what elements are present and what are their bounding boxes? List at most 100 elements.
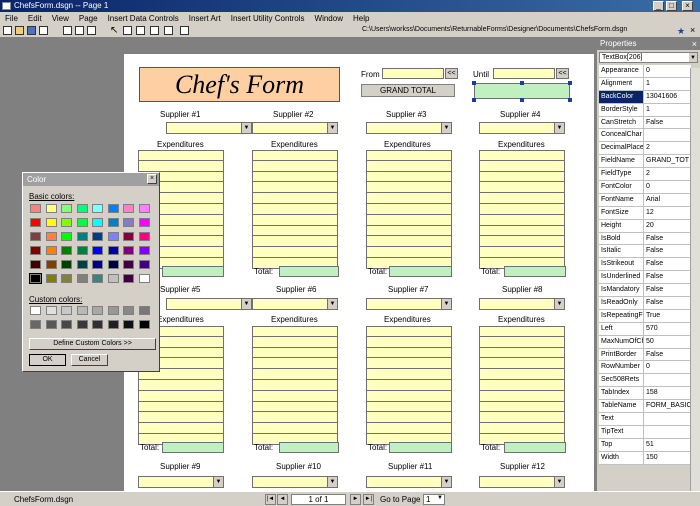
basic-color-swatch[interactable] (138, 246, 150, 255)
chevron-down-icon[interactable]: ▼ (241, 123, 251, 133)
expenditure-field[interactable] (252, 358, 338, 370)
property-row[interactable]: FontName Arial (599, 193, 691, 207)
basic-color-swatch[interactable] (30, 232, 41, 241)
textbox-tool-icon[interactable] (123, 26, 132, 35)
custom-color-swatch[interactable] (76, 320, 88, 329)
expenditure-field[interactable] (479, 412, 565, 424)
basic-color-swatch[interactable] (76, 232, 88, 241)
expenditure-field[interactable] (479, 358, 565, 370)
expenditure-field[interactable] (366, 326, 452, 337)
expenditure-field[interactable] (252, 423, 338, 434)
property-row[interactable]: ConcealChar (599, 129, 691, 143)
expenditure-field[interactable] (479, 423, 565, 434)
property-value[interactable]: Arial (644, 194, 691, 206)
chevron-down-icon[interactable]: ▼ (441, 299, 451, 309)
menu-help[interactable]: Help (348, 14, 374, 23)
basic-color-swatch[interactable] (30, 204, 41, 213)
expenditure-field[interactable] (479, 225, 565, 237)
basic-color-swatch[interactable] (61, 232, 72, 241)
chevron-down-icon[interactable]: ▼ (441, 477, 451, 487)
total-field-5[interactable] (162, 442, 224, 453)
basic-color-swatch[interactable] (107, 232, 119, 241)
basic-color-swatch[interactable] (107, 260, 119, 269)
selection-handle[interactable] (568, 81, 572, 85)
expenditure-field[interactable] (479, 182, 565, 194)
property-value[interactable]: 1 (644, 78, 691, 90)
selection-handle[interactable] (568, 98, 572, 102)
basic-color-swatch[interactable] (107, 218, 119, 227)
menu-view[interactable]: View (47, 14, 74, 23)
expenditure-field[interactable] (138, 401, 224, 413)
chevron-down-icon[interactable]: ▼ (554, 123, 564, 133)
expenditure-field[interactable] (479, 150, 565, 161)
custom-color-swatch[interactable] (107, 320, 119, 329)
basic-color-swatch[interactable] (138, 204, 150, 213)
supplier-10-dropdown[interactable]: ▼ (252, 476, 338, 488)
custom-color-swatch[interactable] (107, 306, 119, 315)
property-value[interactable]: 20 (644, 220, 691, 232)
expenditure-field[interactable] (138, 412, 224, 424)
open-folder-icon[interactable] (15, 26, 24, 35)
expenditure-field[interactable] (366, 358, 452, 370)
property-value[interactable]: 0 (644, 361, 691, 373)
property-row[interactable]: Sec508Rets (599, 374, 691, 388)
chevron-down-icon[interactable]: ▼ (441, 123, 451, 133)
expenditure-field[interactable] (252, 150, 338, 161)
next-page-button[interactable]: ► (350, 494, 361, 505)
expenditure-field[interactable] (479, 236, 565, 248)
maximize-button[interactable]: □ (666, 1, 677, 11)
close-button[interactable]: × (682, 1, 693, 11)
expenditure-field[interactable] (252, 171, 338, 183)
pointer-icon[interactable]: ↖ (110, 26, 119, 36)
total-field-4[interactable] (504, 266, 566, 277)
basic-color-swatch[interactable] (92, 204, 103, 213)
basic-color-swatch[interactable] (138, 232, 150, 241)
supplier-4-dropdown[interactable]: ▼ (479, 122, 565, 134)
property-row[interactable]: TipText (599, 425, 691, 439)
form-title[interactable]: Chef's Form (139, 67, 340, 102)
basic-color-swatch[interactable] (107, 274, 119, 283)
property-row[interactable]: Left 570 (599, 322, 691, 336)
custom-color-swatch[interactable] (92, 306, 103, 315)
property-value[interactable]: False (644, 233, 691, 245)
expenditure-field[interactable] (366, 236, 452, 248)
property-row[interactable]: BackColor 13041606 (599, 90, 691, 104)
menu-window[interactable]: Window (310, 14, 348, 23)
grand-total-button[interactable]: GRAND TOTAL (361, 84, 455, 97)
expenditure-field[interactable] (252, 401, 338, 413)
property-value[interactable]: GRAND_TOT (644, 155, 691, 167)
basic-color-swatch[interactable] (45, 218, 57, 227)
menu-edit[interactable]: Edit (23, 14, 47, 23)
property-row[interactable]: Text (599, 413, 691, 426)
expenditure-field[interactable] (366, 203, 452, 215)
expenditure-field[interactable] (366, 225, 452, 237)
expenditure-field[interactable] (252, 390, 338, 402)
grand-total-field[interactable] (474, 83, 570, 99)
custom-color-swatch[interactable] (45, 320, 57, 329)
basic-color-swatch[interactable] (92, 274, 103, 283)
property-value[interactable]: 2 (644, 168, 691, 180)
expenditure-field[interactable] (252, 369, 338, 380)
expenditure-field[interactable] (252, 326, 338, 337)
basic-color-swatch[interactable] (107, 246, 119, 255)
basic-color-swatch[interactable] (76, 204, 88, 213)
property-value[interactable]: False (644, 349, 691, 361)
chevron-down-icon[interactable]: ▼ (437, 495, 443, 501)
expenditure-field[interactable] (479, 193, 565, 204)
property-row[interactable]: CanStretch False (599, 116, 691, 130)
expenditure-field[interactable] (479, 347, 565, 359)
until-date-field[interactable] (493, 68, 555, 79)
property-row[interactable]: RowNumber 0 (599, 361, 691, 375)
menu-insert-art[interactable]: Insert Art (184, 14, 226, 23)
properties-scrollbar[interactable] (690, 68, 700, 494)
supplier-1-dropdown[interactable]: ▼ (166, 122, 252, 134)
property-value[interactable]: 0 (644, 65, 691, 77)
paste-icon[interactable] (87, 26, 96, 35)
expenditure-field[interactable] (138, 423, 224, 434)
close-icon[interactable]: × (147, 174, 157, 184)
basic-color-swatch[interactable] (45, 232, 57, 241)
copy-icon[interactable] (75, 26, 84, 35)
basic-color-swatch[interactable] (123, 260, 134, 269)
basic-color-swatch[interactable] (76, 260, 88, 269)
basic-color-swatch[interactable] (61, 204, 72, 213)
